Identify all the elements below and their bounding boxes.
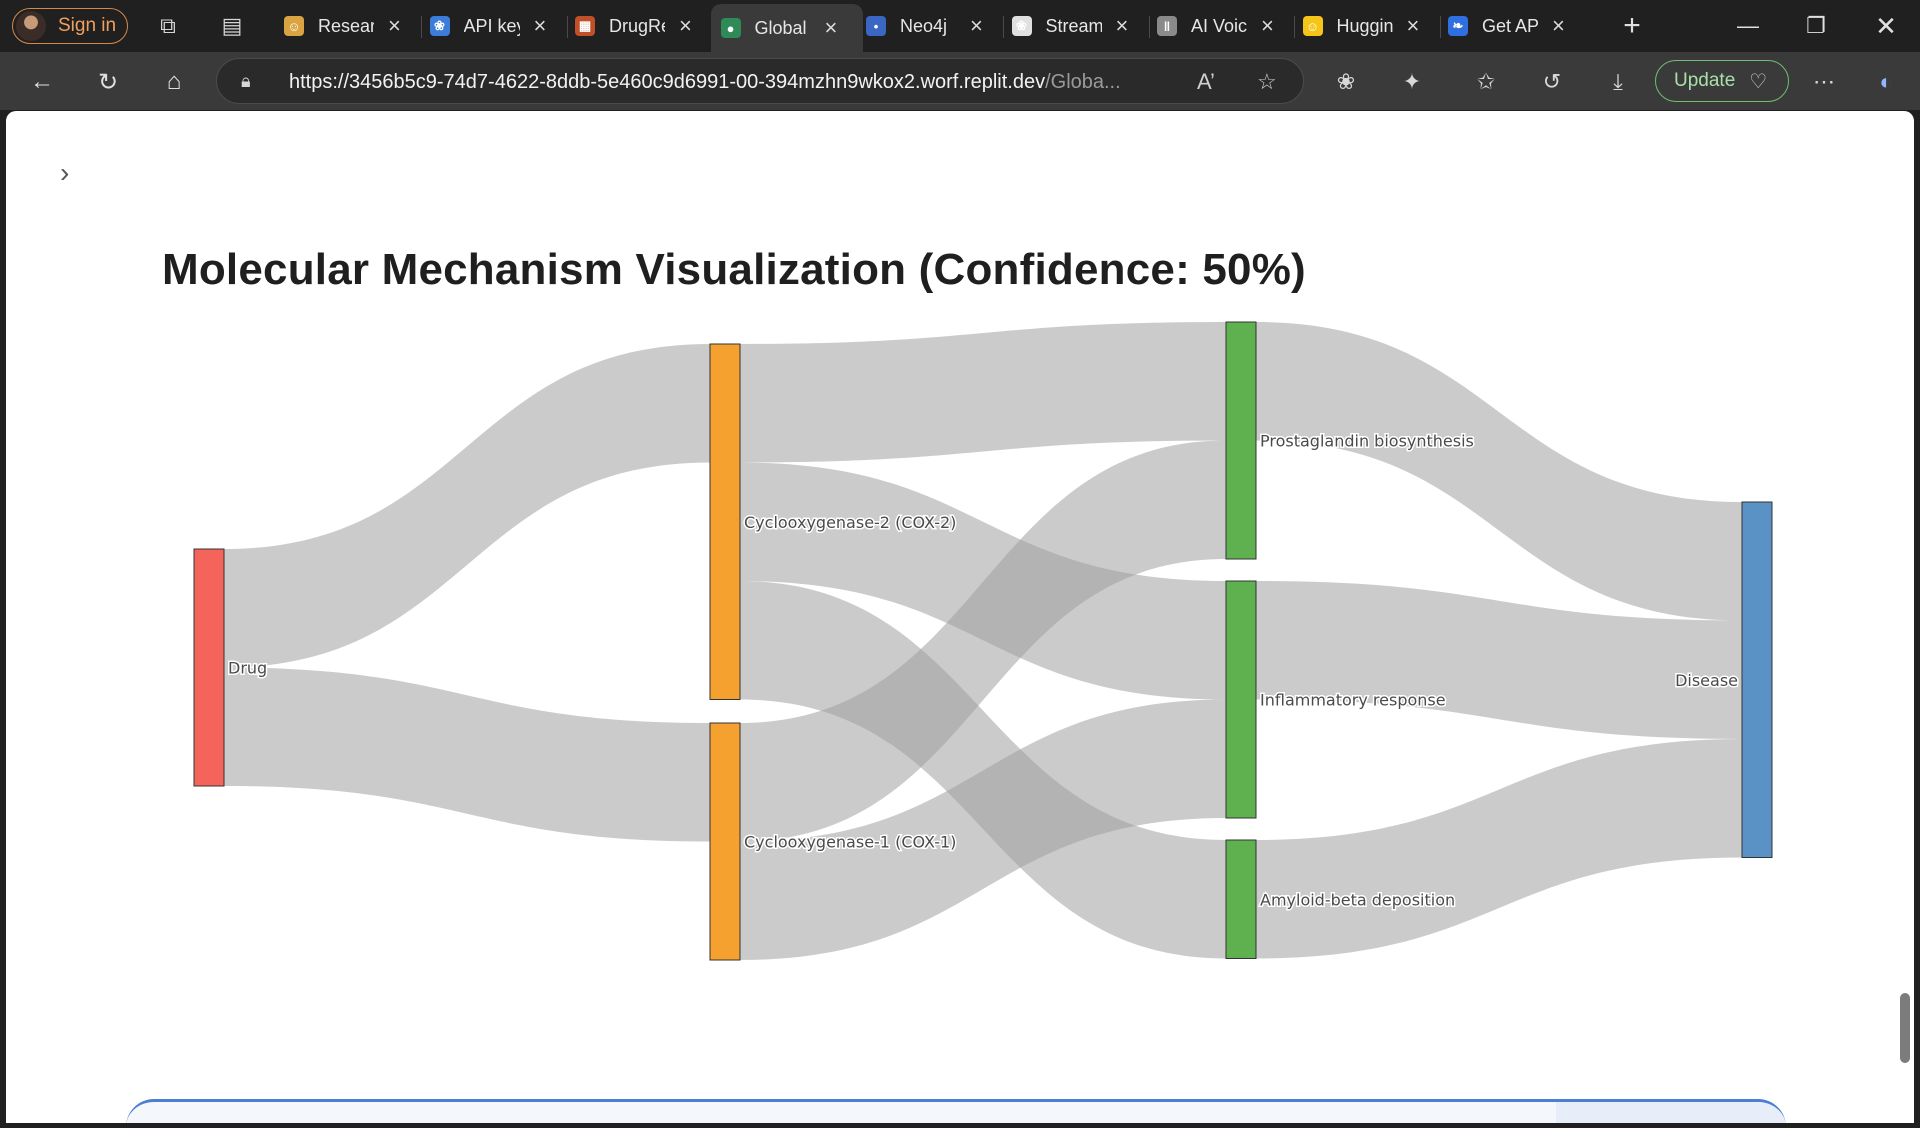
tab-separator — [1003, 16, 1004, 38]
globe-icon: ● — [720, 18, 741, 38]
next-section-card — [126, 1099, 1786, 1123]
sankey-link-drug-cox1[interactable] — [224, 667, 710, 842]
tab-get-ap[interactable]: ❧ Get AP × — [1448, 4, 1576, 48]
tab-ai-voic[interactable]: ‖ AI Voic × — [1157, 4, 1285, 48]
tab-separator — [566, 16, 568, 38]
url-path: /Globa... — [1045, 71, 1121, 93]
copilot-gpt-icon[interactable]: ❀ — [1330, 66, 1362, 98]
tab-separator — [1439, 16, 1441, 38]
hf-icon: ☺ — [284, 16, 304, 36]
sankey-link-amyl-dis[interactable] — [1256, 739, 1742, 959]
close-window-button[interactable]: ✕ — [1866, 10, 1906, 42]
grid-icon: ▦ — [575, 16, 595, 36]
sankey-node-amyl[interactable] — [1225, 839, 1257, 959]
avatar — [16, 11, 46, 41]
sankey-node-drug[interactable] — [193, 548, 225, 787]
tab-title: Huggin — [1336, 15, 1393, 36]
tab-title: API keys — [463, 15, 520, 36]
sankey-node-label: Prostaglandin biosynthesis — [1260, 432, 1474, 451]
restore-button[interactable]: ❐ — [1796, 10, 1836, 42]
close-tab-icon[interactable]: × — [534, 15, 547, 37]
tab-neo4j[interactable]: • Neo4j × — [866, 4, 994, 48]
sankey-node-dis[interactable] — [1741, 501, 1773, 858]
lock-icon[interactable]: 🔒︎ — [241, 71, 261, 91]
url-text[interactable]: https://3456b5c9-74d7-4622-8ddb-5e460c9d… — [289, 71, 1189, 94]
tab-title: Research — [318, 15, 374, 36]
url-host: https://3456b5c9-74d7-4622-8ddb-5e460c9d… — [289, 71, 1046, 93]
back-button[interactable]: ← — [24, 64, 60, 100]
browser-tab-strip: Sign in ⧉ ▤ ☺ Research × ❀ API keys × ▦ DrugRe ×… — [0, 0, 1920, 52]
tab-title: Get AP — [1482, 15, 1538, 36]
extensions-icon[interactable]: ✦ — [1396, 66, 1428, 98]
close-tab-icon[interactable]: × — [1552, 15, 1565, 37]
tab-title: AI Voic — [1191, 15, 1247, 36]
sankey-node-label: Inflammatory response — [1260, 691, 1446, 710]
sankey-node-label: Disease — [1675, 671, 1738, 690]
sankey-node-label: Amyloid-beta deposition — [1260, 890, 1455, 909]
sign-in-button[interactable]: Sign in — [12, 8, 128, 44]
neo4j-icon: • — [866, 16, 886, 36]
workspaces-icon[interactable]: ⧉ — [152, 10, 184, 42]
tab-stream[interactable]: ❀ Stream × — [1011, 4, 1140, 48]
sankey-link-drug-cox2[interactable] — [224, 344, 710, 668]
more-menu-icon[interactable]: ⋯ — [1808, 66, 1840, 98]
browser-toolbar: ← ↻ ⌂ 🔒︎ https://3456b5c9-74d7-4622-8ddb… — [0, 52, 1920, 110]
tab-research[interactable]: ☺ Research × — [284, 4, 412, 48]
new-tab-button[interactable]: + — [1612, 9, 1652, 42]
tab-title: DrugRe — [609, 15, 665, 36]
page-viewport: › Molecular Mechanism Visualization (Con… — [6, 111, 1914, 1123]
tab-title: Neo4j — [900, 15, 948, 36]
close-tab-icon[interactable]: × — [679, 15, 692, 37]
read-aloud-icon[interactable]: A’ — [1197, 69, 1215, 95]
history-icon[interactable]: ↺ — [1536, 66, 1568, 98]
close-tab-icon[interactable]: × — [1261, 15, 1274, 37]
home-button[interactable]: ⌂ — [156, 64, 192, 100]
tab-huggin[interactable]: ☺ Huggin × — [1302, 4, 1431, 48]
close-tab-icon[interactable]: × — [1116, 15, 1129, 37]
scrollbar[interactable] — [1898, 201, 1912, 1123]
sankey-links — [224, 322, 1742, 960]
close-tab-icon[interactable]: × — [388, 15, 401, 37]
tab-api-keys[interactable]: ❀ API keys × — [429, 4, 558, 48]
sankey-node-prost[interactable] — [1225, 321, 1257, 560]
sankey-node-infl[interactable] — [1225, 580, 1257, 819]
openai-icon: ❀ — [429, 16, 450, 36]
sankey-node-label: Cyclooxygenase-1 (COX-1) — [744, 833, 956, 852]
butterfly-icon: ❧ — [1448, 16, 1468, 36]
tab-actions-icon[interactable]: ▤ — [216, 10, 248, 42]
scroll-thumb[interactable] — [1900, 993, 1910, 1063]
sankey-node-cox2[interactable] — [709, 343, 741, 700]
downloads-icon[interactable]: ⤓ — [1602, 66, 1634, 98]
tab-separator — [1294, 16, 1295, 38]
sankey-node-label: Cyclooxygenase-2 (COX-2) — [744, 513, 956, 532]
sankey-node-cox1[interactable] — [709, 722, 741, 961]
favorites-icon[interactable]: ✩ — [1470, 66, 1502, 98]
pause-icon: ‖ — [1157, 16, 1177, 36]
minimize-button[interactable]: — — [1728, 10, 1768, 42]
update-label: Update — [1674, 70, 1736, 91]
tab-title: Stream — [1045, 15, 1102, 36]
tab-title: Global — [754, 17, 807, 38]
sankey-link-prost-dis[interactable] — [1256, 322, 1742, 621]
close-tab-icon[interactable]: × — [970, 15, 983, 37]
health-icon: ♡ — [1749, 70, 1768, 93]
update-button[interactable]: Update ♡ — [1655, 60, 1789, 102]
refresh-button[interactable]: ↻ — [90, 64, 126, 100]
sankey-diagram: Drug Cyclooxygenase-2 (COX-2) Cyclooxygena… — [193, 321, 1773, 961]
tab-drugre[interactable]: ▦ DrugRe × — [575, 4, 703, 48]
tab-global[interactable]: ● Global × — [710, 4, 863, 52]
address-bar[interactable]: 🔒︎ https://3456b5c9-74d7-4622-8ddb-5e460… — [216, 58, 1304, 104]
close-tab-icon[interactable]: × — [1407, 15, 1420, 37]
tab-separator — [421, 16, 422, 38]
sankey-node-label: Drug — [228, 659, 267, 678]
tab-separator — [1148, 16, 1150, 38]
hf-icon: ☺ — [1302, 16, 1323, 36]
sign-in-label: Sign in — [58, 15, 117, 36]
openai-icon: ❀ — [1011, 16, 1032, 36]
favorite-star-icon[interactable]: ☆ — [1257, 69, 1277, 95]
close-tab-icon[interactable]: × — [825, 17, 838, 39]
copilot-icon[interactable]: ◐ — [1870, 66, 1902, 98]
sankey-link-cox2-prost[interactable] — [740, 322, 1226, 463]
